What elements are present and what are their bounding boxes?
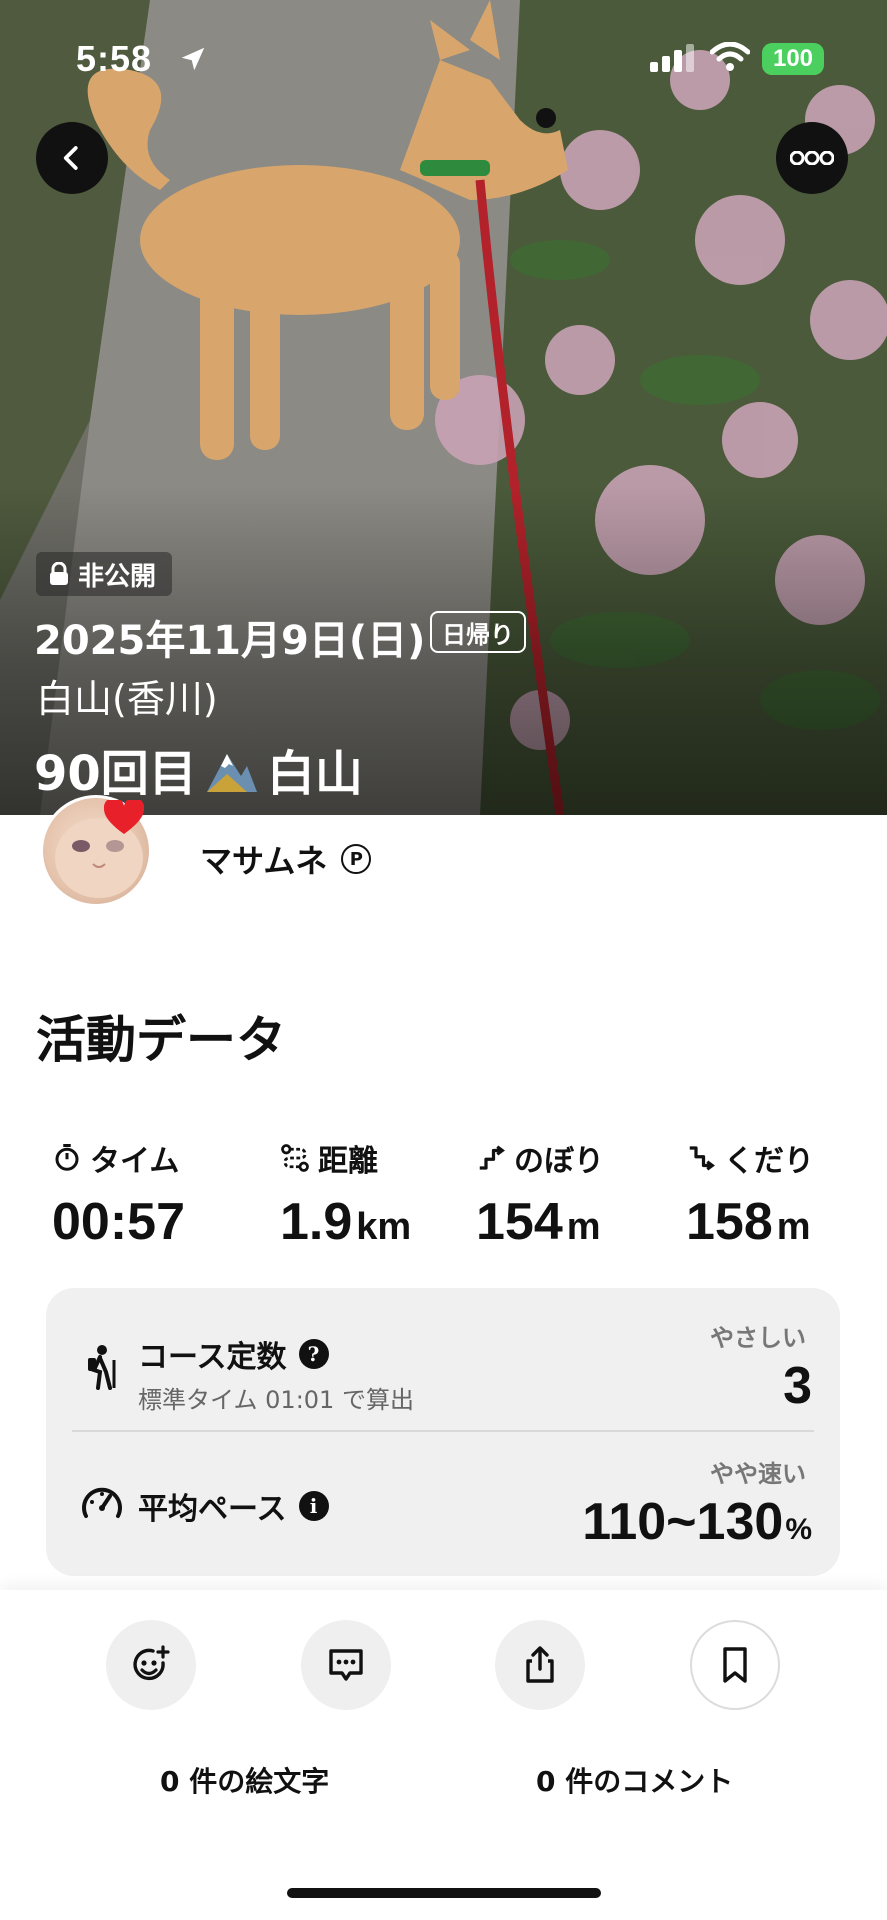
average-pace-value: 110~130% — [582, 1493, 812, 1551]
course-difficulty: やさしい — [710, 1324, 806, 1352]
mountain-place: 白山(香川) — [36, 677, 218, 721]
emoji-count[interactable]: 0 件の絵文字 — [160, 1760, 329, 1800]
wifi-icon — [710, 42, 750, 71]
stat-value: 1.9 km — [280, 1193, 412, 1251]
back-button[interactable] — [36, 122, 108, 194]
location-arrow-icon — [181, 47, 205, 71]
battery-indicator: 100 — [762, 43, 824, 75]
comment-button[interactable] — [301, 1620, 391, 1710]
course-standard-time: 標準タイム 01:01 で算出 — [138, 1386, 414, 1414]
status-time: 5:58 — [76, 38, 153, 79]
average-pace-label: 平均ペース — [138, 1492, 287, 1527]
course-constant-label: コース定数 — [138, 1340, 287, 1375]
signal-icon — [650, 44, 694, 72]
stat-value: 154 m — [476, 1193, 601, 1251]
stat-label: くだり — [724, 1144, 814, 1179]
ascent-icon — [479, 1145, 505, 1170]
share-button[interactable] — [495, 1620, 585, 1710]
user-name: マサムネ — [200, 842, 328, 880]
bookmark-icon — [723, 1647, 747, 1683]
descent-icon — [689, 1146, 715, 1171]
private-badge: 非公開 — [36, 552, 173, 596]
action-bar: 0 件の絵文字 0 件のコメント — [0, 1590, 887, 1920]
stat-label: タイム — [90, 1144, 180, 1179]
stat-time: タイム 00:57 — [52, 1138, 185, 1252]
stat-ascent: のぼり 154 m — [476, 1138, 604, 1252]
route-icon — [281, 1144, 309, 1172]
hero-photo: 5:58 100 非公開 2025年11月9日(日) 日帰り 白山(香川) 90… — [0, 0, 887, 815]
stat-distance: 距離 1.9 km — [280, 1138, 411, 1252]
share-icon — [526, 1646, 554, 1683]
help-icon[interactable]: ? — [298, 1339, 329, 1369]
course-constant-row[interactable]: コース定数 ? 標準タイム 01:01 で算出 やさしい 3 — [46, 1288, 840, 1430]
bookmark-button[interactable] — [690, 1620, 780, 1710]
private-label: 非公開 — [78, 561, 157, 592]
trip-type-badge: 日帰り — [430, 611, 526, 653]
stat-value: 00:57 — [52, 1193, 185, 1251]
pace-rating: やや速い — [710, 1460, 806, 1488]
activity-section-title: 活動データ — [36, 1011, 286, 1069]
activity-date: 2025年11月9日(日) — [34, 618, 426, 664]
comment-icon — [329, 1649, 363, 1681]
average-pace-row[interactable]: 平均ペース i やや速い 110~130% — [46, 1432, 840, 1576]
stat-label: のぼり — [514, 1144, 604, 1179]
lock-icon — [50, 562, 68, 585]
premium-badge-icon: P — [341, 844, 372, 874]
speedometer-icon — [82, 1487, 122, 1518]
info-icon[interactable]: i — [298, 1491, 329, 1521]
more-options-button[interactable] — [776, 122, 848, 194]
user-name-row[interactable]: マサムネ P — [200, 836, 372, 882]
mountain-icon — [206, 754, 257, 792]
activity-title: 90回目 白山 — [34, 734, 363, 804]
stat-label: 距離 — [318, 1144, 378, 1179]
comment-count[interactable]: 0 件のコメント — [536, 1760, 733, 1800]
hiker-icon — [88, 1345, 116, 1390]
stat-value: 158 m — [686, 1193, 811, 1251]
ellipsis-icon — [790, 151, 834, 165]
emoji-add-icon — [133, 1645, 170, 1681]
add-emoji-button[interactable] — [106, 1620, 196, 1710]
course-info-card: コース定数 ? 標準タイム 01:01 で算出 やさしい 3 平均ペース i や… — [46, 1288, 840, 1576]
course-constant-value: 3 — [783, 1357, 812, 1415]
status-bar: 5:58 100 — [0, 0, 887, 120]
chevron-left-icon — [63, 146, 78, 170]
home-indicator — [287, 1888, 601, 1898]
activity-stats: タイム 00:57 距離 1.9 km のぼり 154 m くだり 158 m — [36, 1138, 856, 1251]
stopwatch-icon — [55, 1144, 79, 1171]
heart-icon — [104, 800, 144, 834]
title-mountain: 白山 — [266, 746, 363, 802]
stat-descent: くだり 158 m — [686, 1138, 814, 1252]
title-count: 90回目 — [34, 746, 197, 802]
